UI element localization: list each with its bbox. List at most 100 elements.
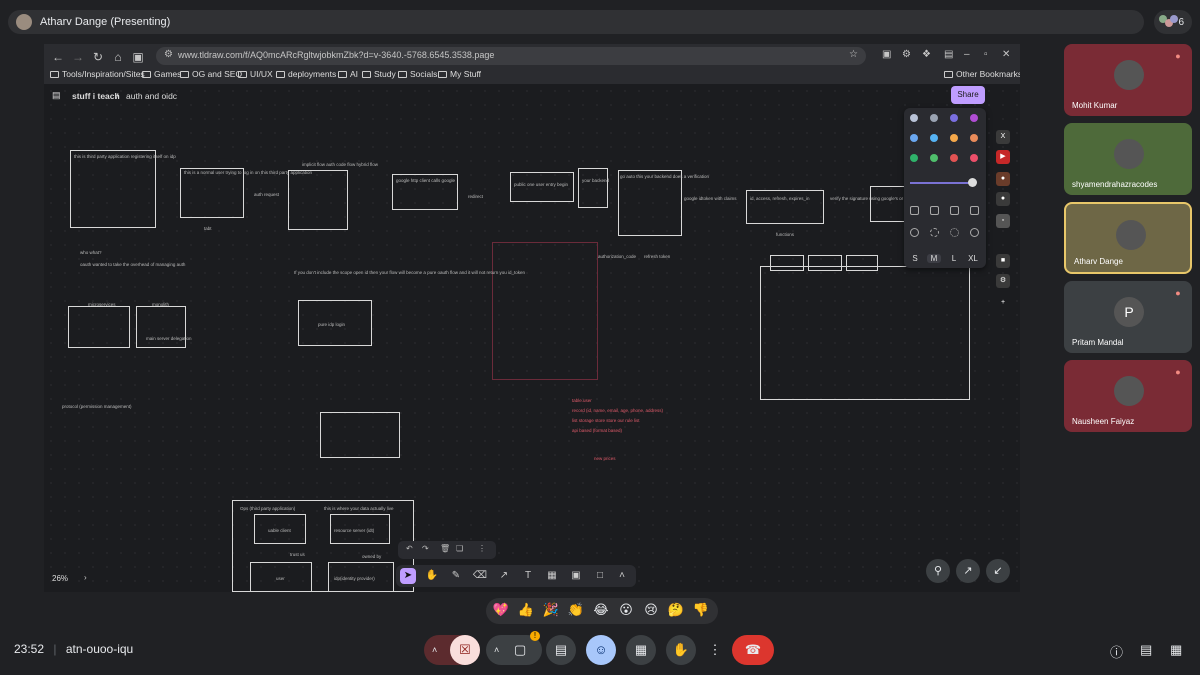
page-name[interactable]: stuff i teach [72,91,120,101]
tldraw-canvas[interactable]: ▤ stuff i teach / auth and oidc Share th… [44,84,1020,592]
collapse-icon[interactable]: ↙ [986,559,1010,583]
dash-dashed-icon[interactable] [930,228,939,237]
reaction-clap[interactable]: 👏 [567,602,585,620]
color-swatch[interactable] [950,114,958,122]
duplicate-icon[interactable]: ❏ [456,544,463,553]
activities-icon[interactable]: ▦ [1170,642,1182,658]
bookmark-item[interactable]: UI/UX [238,69,273,79]
color-swatch[interactable] [970,114,978,122]
opacity-slider-knob[interactable] [968,178,977,187]
undo-icon[interactable]: ↶ [406,544,413,553]
reaction-party[interactable]: 🎉 [542,602,560,620]
color-swatch[interactable] [930,154,938,162]
close-icon[interactable]: ✕ [1002,49,1010,60]
forward-icon[interactable]: → [70,49,86,65]
more-options-button[interactable]: ⋮ [706,635,724,665]
sidebar-icon[interactable]: ▤ [944,49,953,60]
chevron-up-icon[interactable]: ˄ [432,635,437,665]
mic-off-icon[interactable]: ☒ [450,635,480,665]
restore-icon[interactable]: ▫ [984,49,988,60]
open-external-icon[interactable]: ↗ [956,559,980,583]
participants-chip[interactable]: 6 [1154,10,1192,34]
text-tool-icon[interactable]: T [520,568,536,584]
delete-icon[interactable]: 🗑 [440,544,450,553]
fill-solid-icon[interactable] [950,206,959,215]
color-swatch[interactable] [950,154,958,162]
rectangle-tool-icon[interactable]: □ [592,568,608,584]
reaction-heart[interactable]: 💖 [492,602,510,620]
screenshot-icon[interactable]: ▣ [882,49,891,60]
chat-icon[interactable]: ▤ [1140,642,1152,658]
redo-icon[interactable]: ↷ [422,544,429,553]
add-icon[interactable]: + [996,296,1010,310]
fill-none-icon[interactable] [910,206,919,215]
color-swatch[interactable] [970,134,978,142]
other-bookmarks[interactable]: Other Bookmarks [944,69,1020,79]
select-tool-icon[interactable]: ➤ [400,568,416,584]
participant-tile-active[interactable]: Atharv Dange [1064,202,1192,274]
arrow-tool-icon[interactable]: ↗ [496,568,512,584]
dash-dotted-icon[interactable] [950,228,959,237]
zoom-in-icon[interactable]: ⚲ [926,559,950,583]
color-swatch[interactable] [910,114,918,122]
zoom-level[interactable]: 26% [52,574,68,583]
site-info-icon[interactable]: ⚙ [164,49,173,60]
color-swatch[interactable] [930,114,938,122]
extension-icon[interactable]: ▫ [996,214,1010,228]
chevron-up-icon[interactable]: ˄ [614,568,630,584]
reaction-thinking[interactable]: 🤔 [667,602,685,620]
bookmark-item[interactable]: Games [142,69,181,79]
draw-tool-icon[interactable]: ✎ [448,568,464,584]
more-icon[interactable]: ⋮ [478,544,486,553]
participant-tile[interactable]: ● Nausheen Faiyaz [1064,360,1192,432]
bookmark-item[interactable]: Tools/Inspiration/Sites [50,69,145,79]
hand-tool-icon[interactable]: ✋ [424,568,440,584]
extension-icon[interactable]: ● [996,172,1010,186]
bookmark-item[interactable]: deployments [276,69,336,79]
fill-pattern-icon[interactable] [970,206,979,215]
reaction-surprised[interactable]: 😮 [617,602,635,620]
github-icon[interactable]: ● [996,192,1010,206]
fill-semi-icon[interactable] [930,206,939,215]
tab-icon[interactable]: ▣ [130,49,146,65]
dash-draw-icon[interactable] [910,228,919,237]
reaction-thumbs-up[interactable]: 👍 [517,602,535,620]
color-swatch[interactable] [910,154,918,162]
participant-tile[interactable]: shyamendrahazracodes [1064,123,1192,195]
back-icon[interactable]: ← [50,49,66,65]
size-option-selected[interactable]: M [927,254,941,263]
bookmark-item[interactable]: Study [362,69,396,79]
extension-icon[interactable]: ❖ [922,49,931,60]
home-icon[interactable]: ⌂ [110,49,126,65]
reaction-sad[interactable]: 😢 [642,602,660,620]
chevron-right-icon[interactable]: › [84,573,87,582]
reaction-thumbs-down[interactable]: 👎 [692,602,710,620]
minimize-icon[interactable]: – [964,49,970,60]
present-button[interactable]: ▤ [546,635,576,665]
page-sub[interactable]: auth and oidc [126,91,177,101]
share-button[interactable]: Share [951,86,985,104]
info-icon[interactable]: ⓘ [1110,642,1123,661]
emoji-button[interactable]: ☺ [586,635,616,665]
camera-icon[interactable]: ▢ [514,635,526,665]
size-option[interactable]: XL [966,254,980,263]
mic-control[interactable]: ˄ ☒ [424,635,480,665]
color-swatch[interactable] [950,134,958,142]
bookmark-item[interactable]: AI [338,69,358,79]
leave-call-button[interactable]: ☎ [732,635,774,665]
extension-icon[interactable]: ■ [996,254,1010,268]
color-swatch[interactable] [930,134,938,142]
extension-icon[interactable]: ⚙ [996,274,1010,288]
bookmark-item[interactable]: My Stuff [438,69,481,79]
camera-control[interactable]: ˄ ▢ ! [486,631,542,665]
reaction-laugh[interactable]: 😂 [592,602,610,620]
color-swatch[interactable] [970,154,978,162]
bookmark-item[interactable]: OG and SEO [180,69,242,79]
chevron-up-icon[interactable]: ˄ [494,635,499,665]
opacity-slider[interactable] [910,182,974,184]
color-swatch[interactable] [910,134,918,142]
youtube-icon[interactable]: ▶ [996,150,1010,164]
captions-button[interactable]: ▦ [626,635,656,665]
participant-tile[interactable]: ● Mohit Kumar [1064,44,1192,116]
bookmark-item[interactable]: Socials [398,69,437,79]
